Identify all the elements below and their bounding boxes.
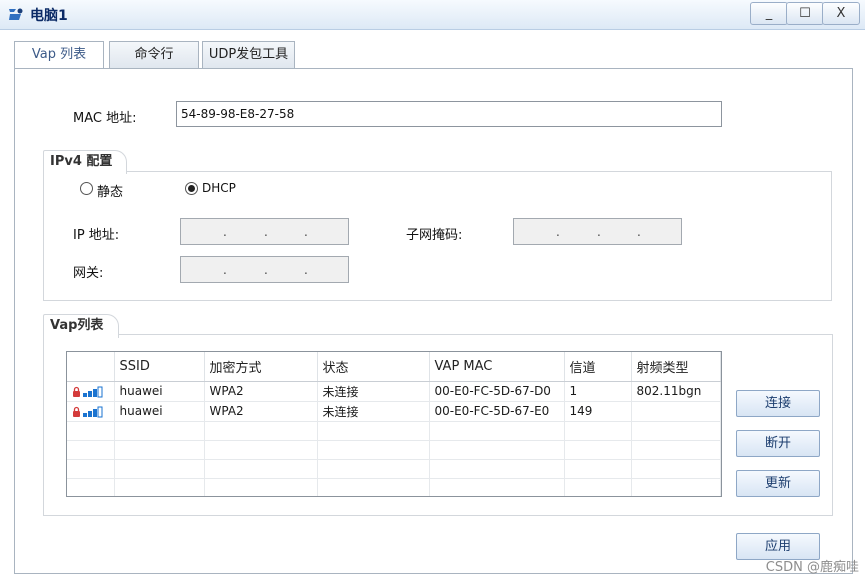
empty-row (67, 421, 721, 441)
refresh-button[interactable]: 更新 (736, 470, 820, 497)
tab-label: Vap 列表 (31, 47, 87, 62)
disconnect-button[interactable]: 断开 (736, 430, 820, 457)
ip-address-label: IP 地址: (73, 228, 120, 243)
ip-address-field[interactable]: . . . (180, 218, 349, 245)
encryption-cell: WPA2 (204, 381, 318, 402)
column-header-status: 状态 (317, 352, 430, 382)
subnet-mask-label: 子网掩码: (406, 228, 463, 243)
ip-dot: . (556, 225, 560, 239)
channel-cell: 149 (564, 401, 632, 422)
mac-label: MAC 地址: (73, 111, 137, 126)
ssid-cell: huawei (114, 401, 205, 422)
maximize-icon: ☐ (799, 6, 811, 21)
vap-table: SSID 加密方式 状态 VAP MAC 信道 射频类型 huawei WPA2… (66, 351, 722, 497)
vap-mac-cell: 00-E0-FC-5D-67-D0 (429, 381, 565, 402)
ip-dot: . (264, 225, 268, 239)
table-row[interactable]: huawei WPA2 未连接 00-E0-FC-5D-67-D0 1 802.… (67, 381, 721, 402)
empty-row (67, 440, 721, 460)
column-header-channel: 信道 (564, 352, 632, 382)
vap-group-title: Vap列表 (43, 314, 119, 338)
lock-signal-icon (73, 406, 103, 417)
channel-cell: 1 (564, 381, 632, 402)
signal-cell (67, 381, 115, 402)
tab-label: 命令行 (134, 47, 174, 62)
tab-label: UDP发包工具 (208, 47, 289, 62)
window-title: 电脑1 (30, 8, 68, 24)
minimize-icon: _ (765, 6, 773, 21)
ip-dot: . (304, 225, 308, 239)
radio-type-cell: 802.11bgn (631, 381, 721, 402)
close-button[interactable]: X (822, 2, 860, 25)
tab-udp-tool[interactable]: UDP发包工具 (202, 41, 295, 69)
status-cell: 未连接 (317, 381, 430, 402)
ssid-cell: huawei (114, 381, 205, 402)
title-bar: 电脑1 _ ☐ X (0, 0, 865, 30)
table-header-row: SSID 加密方式 状态 VAP MAC 信道 射频类型 (67, 352, 721, 382)
close-icon: X (836, 6, 846, 21)
empty-row (67, 478, 721, 496)
gateway-label: 网关: (73, 266, 104, 281)
empty-row (67, 459, 721, 479)
vap-mac-cell: 00-E0-FC-5D-67-E0 (429, 401, 565, 422)
signal-cell (67, 401, 115, 422)
column-header-encryption: 加密方式 (204, 352, 318, 382)
column-header-radio-type: 射频类型 (631, 352, 721, 382)
mac-address-field[interactable]: 54-89-98-E8-27-58 (176, 101, 722, 127)
static-radio[interactable] (80, 182, 93, 195)
radio-type-cell (631, 401, 721, 422)
encryption-cell: WPA2 (204, 401, 318, 422)
pc-app-icon (9, 8, 23, 20)
ip-dot: . (223, 263, 227, 277)
static-label: 静态 (97, 185, 124, 200)
maximize-button[interactable]: ☐ (786, 2, 824, 25)
table-row[interactable]: huawei WPA2 未连接 00-E0-FC-5D-67-E0 149 (67, 401, 721, 422)
ipv4-group-title: IPv4 配置 (43, 150, 127, 174)
minimize-button[interactable]: _ (750, 2, 788, 25)
dhcp-label: DHCP (202, 181, 236, 195)
connect-button[interactable]: 连接 (736, 390, 820, 417)
ip-dot: . (304, 263, 308, 277)
ip-dot: . (637, 225, 641, 239)
watermark-text: CSDN @鹿痴哇 (765, 560, 859, 575)
lock-signal-icon (73, 386, 103, 397)
ip-dot: . (223, 225, 227, 239)
column-header-ssid: SSID (114, 352, 205, 382)
ip-dot: . (597, 225, 601, 239)
gateway-field[interactable]: . . . (180, 256, 349, 283)
column-header-icon (67, 352, 115, 382)
status-cell: 未连接 (317, 401, 430, 422)
ip-dot: . (264, 263, 268, 277)
column-header-vap-mac: VAP MAC (429, 352, 565, 382)
subnet-mask-field[interactable]: . . . (513, 218, 682, 245)
tab-vap-list[interactable]: Vap 列表 (14, 41, 104, 70)
tab-command-line[interactable]: 命令行 (109, 41, 199, 69)
dhcp-radio[interactable] (185, 182, 198, 195)
